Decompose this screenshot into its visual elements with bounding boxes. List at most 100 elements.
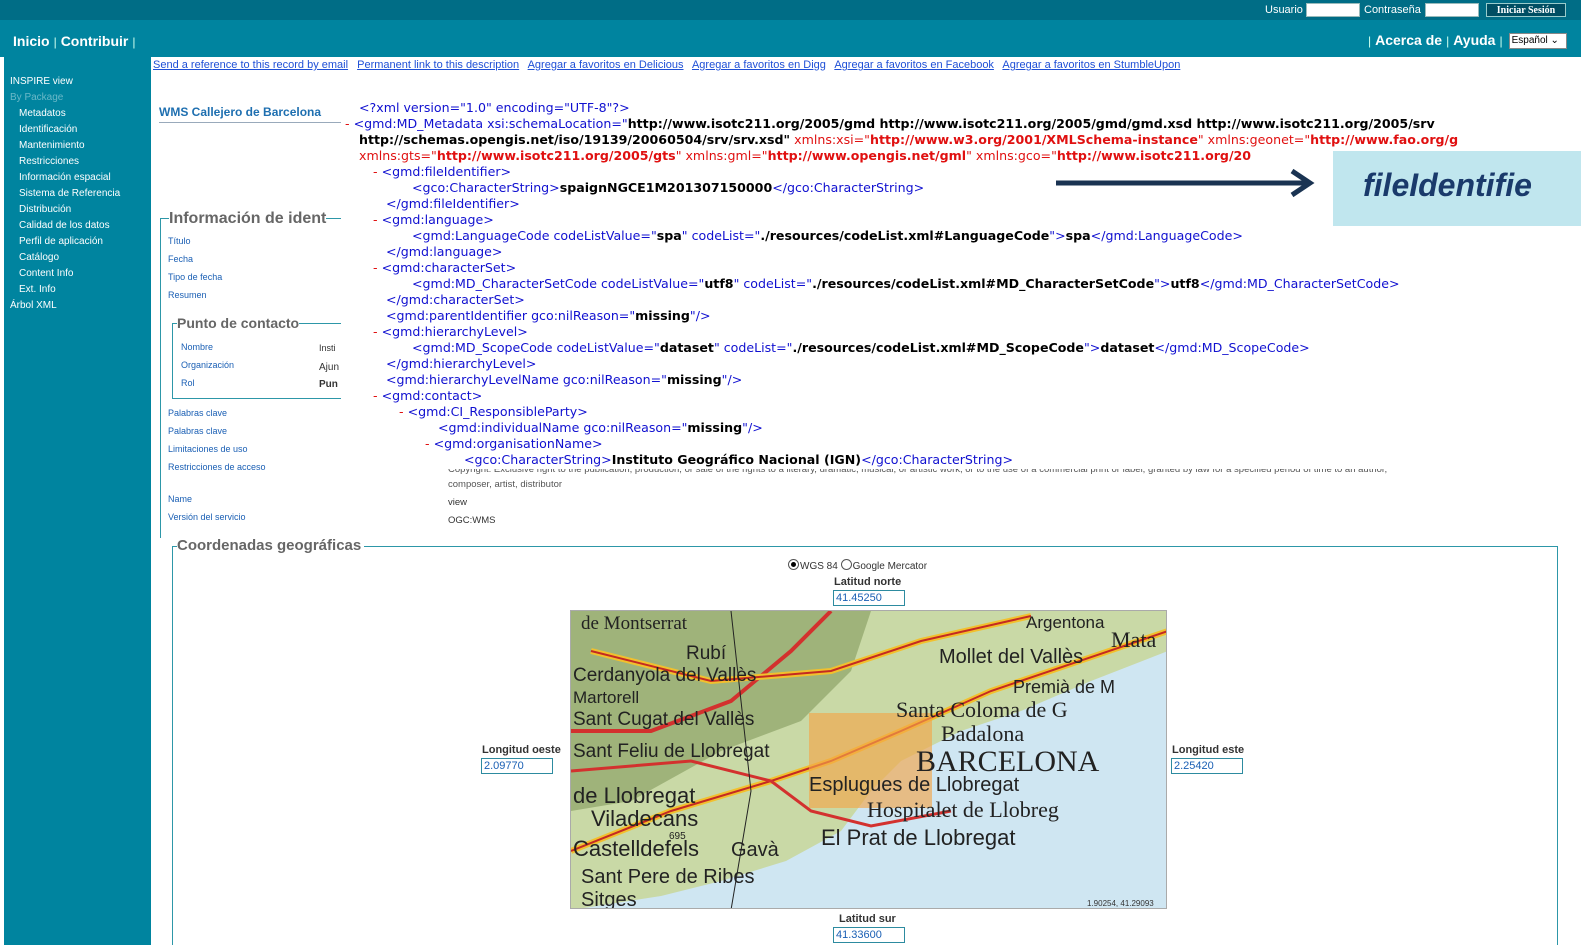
contact-nombre-value: Insti: [319, 343, 336, 353]
xml-charactersetcode: <gmd:MD_CharacterSetCode codeListValue="…: [412, 276, 1400, 291]
map-label-rubi: Rubí: [686, 643, 727, 664]
map-label-hospitalet: Hospitalet de Llobreg: [867, 797, 1059, 822]
contact-org-value: Ajun: [319, 362, 340, 373]
map-label-esplugues: Esplugues de Llobregat: [809, 774, 1020, 796]
username-label: Usuario: [1265, 4, 1303, 16]
contact-rol-value: Pun: [319, 379, 338, 390]
xml-languagecode: <gmd:LanguageCode codeListValue="spa" co…: [412, 228, 1243, 243]
link-stumbleupon[interactable]: Agregar a favoritos en StumbleUpon: [1002, 59, 1180, 71]
login-button[interactable]: Iniciar Sesión: [1486, 3, 1566, 17]
xml-root-line-2: http://schemas.opengis.net/iso/19139/200…: [359, 132, 1459, 147]
map-label-sant-feliu: Sant Feliu de Llobregat: [573, 741, 770, 762]
sidebar-item-calidad[interactable]: Calidad de los datos: [19, 220, 110, 231]
xml-individualname: <gmd:individualName gco:nilReason="missi…: [438, 420, 763, 435]
xml-fileidentifier-value: <gco:CharacterString>spaignNGCE1M2013071…: [412, 180, 925, 195]
west-input[interactable]: 2.09770: [481, 758, 553, 774]
map-cursor-coords: 1.90254, 41.29093: [1087, 899, 1154, 908]
east-label: Longitud este: [1172, 744, 1245, 756]
username-input[interactable]: [1306, 3, 1360, 17]
chevron-down-icon: ⌄: [1550, 35, 1559, 47]
language-select[interactable]: Español ⌄: [1508, 33, 1567, 50]
south-label: Latitud sur: [839, 913, 896, 925]
radio-wgs84-label: WGS 84: [800, 561, 838, 572]
radio-google-mercator[interactable]: [840, 559, 852, 570]
service-version-label: Versión del servicio: [168, 512, 246, 522]
contact-section-title: Punto de contacto: [177, 315, 300, 331]
sidebar-item-restricciones[interactable]: Restricciones: [19, 156, 79, 167]
xml-contact-open: - <gmd:contact>: [373, 388, 483, 403]
link-facebook[interactable]: Agregar a favoritos en Facebook: [834, 59, 994, 71]
arrow-icon: [1056, 168, 1315, 198]
map-label-martorell: Martorell: [573, 688, 639, 707]
xml-fileidentifier-open: - <gmd:fileIdentifier>: [373, 164, 512, 179]
share-links: Send a reference to this record by email…: [153, 59, 1186, 71]
callout-label: fileIdentifie: [1363, 167, 1532, 203]
radio-google-mercator-label: Google Mercator: [852, 561, 928, 572]
sidebar-item-sistema-referencia[interactable]: Sistema de Referencia: [19, 188, 120, 199]
map-label-sitges: Sitges: [581, 889, 637, 909]
radio-wgs84[interactable]: [788, 559, 799, 570]
link-send-email[interactable]: Send a reference to this record by email: [153, 59, 348, 71]
xml-organisationname-open: - <gmd:organisationName>: [425, 436, 603, 451]
east-input[interactable]: 2.25420: [1171, 758, 1243, 774]
map-view[interactable]: de Montserrat Rubí Cerdanyola del Vallès…: [570, 610, 1167, 909]
link-digg[interactable]: Agregar a favoritos en Digg: [692, 59, 826, 71]
sidebar-item-info-espacial[interactable]: Información espacial: [19, 172, 111, 183]
map-label-gava: Gavà: [731, 839, 780, 861]
xml-hierarchylevel-close: </gmd:hierarchyLevel>: [386, 356, 537, 371]
sidebar-item-content-info[interactable]: Content Info: [19, 268, 73, 279]
nav-contribute[interactable]: Contribuir: [61, 33, 129, 49]
use-limitations-label: Limitaciones de uso: [168, 444, 248, 454]
map-label-badalona: Badalona: [941, 721, 1024, 746]
sidebar-item-metadatos[interactable]: Metadatos: [19, 108, 66, 119]
nav-help[interactable]: Ayuda: [1453, 32, 1495, 48]
north-label: Latitud norte: [834, 576, 902, 588]
keywords-label-2: Palabras clave: [168, 426, 228, 436]
sidebar-item-identificacion[interactable]: Identificación: [19, 124, 77, 135]
field-resumen: Resumen: [168, 290, 207, 300]
field-titulo: Título: [168, 236, 191, 246]
top-nav: Inicio | Contribuir | | Acerca de | Ayuda | Espa…: [0, 20, 1581, 57]
link-permanent[interactable]: Permanent link to this description: [357, 59, 519, 71]
sidebar-item-inspire[interactable]: INSPIRE view: [10, 76, 73, 87]
sidebar-item-perfil[interactable]: Perfil de aplicación: [19, 236, 103, 247]
sidebar-item-by-package[interactable]: By Package: [10, 92, 63, 103]
ident-section-title: Información de ident: [169, 210, 327, 228]
xml-root-line-1: - <gmd:MD_Metadata xsi:schemaLocation="h…: [345, 116, 1435, 131]
nav-home[interactable]: Inicio: [13, 33, 50, 49]
map-label-cerdanyola: Cerdanyola del Vallès: [573, 665, 756, 686]
sidebar-item-catalogo[interactable]: Catálogo: [19, 252, 59, 263]
xml-responsibleparty-open: - <gmd:CI_ResponsibleParty>: [399, 404, 588, 419]
south-input[interactable]: 41.33600: [833, 927, 905, 943]
sidebar-item-distribucion[interactable]: Distribución: [19, 204, 71, 215]
projection-options: WGS 84 Google Mercator: [788, 559, 927, 572]
service-name-label: Name: [168, 494, 193, 504]
record-title[interactable]: WMS Callejero de Barcelona: [159, 105, 341, 123]
xml-organisationname-value: <gco:CharacterString>Instituto Geográfic…: [464, 452, 1014, 467]
map-label-de-llobregat: de Llobregat: [573, 783, 695, 808]
map-label-premia: Premià de M: [1013, 677, 1115, 697]
xml-characterset-open: - <gmd:characterSet>: [373, 260, 517, 275]
contact-rol-label: Rol: [181, 378, 195, 388]
sidebar: INSPIRE view By Package Metadatos Identi…: [4, 57, 151, 945]
xml-hierarchylevel-open: - <gmd:hierarchyLevel>: [373, 324, 528, 339]
field-tipo-fecha: Tipo de fecha: [168, 272, 223, 282]
link-delicious[interactable]: Agregar a favoritos en Delicious: [528, 59, 684, 71]
nav-about[interactable]: Acerca de: [1375, 32, 1442, 48]
xml-fileidentifier-close: </gmd:fileIdentifier>: [386, 196, 520, 211]
sidebar-item-ext-info[interactable]: Ext. Info: [19, 284, 56, 295]
map-label-el-prat: El Prat de Llobregat: [821, 825, 1015, 850]
password-input[interactable]: [1425, 3, 1479, 17]
xml-scopecode: <gmd:MD_ScopeCode codeListValue="dataset…: [412, 340, 1310, 355]
fileidentifier-callout: fileIdentifie: [1333, 151, 1581, 226]
north-input[interactable]: 41.45250: [833, 590, 905, 606]
map-label-mollet: Mollet del Vallès: [939, 646, 1083, 668]
contact-nombre-label: Nombre: [181, 342, 214, 352]
login-bar: Usuario Contraseña Iniciar Sesión: [0, 0, 1581, 20]
map-label-elevation: 695: [669, 831, 686, 842]
xml-language-open: - <gmd:language>: [373, 212, 494, 227]
map-label-sant-cugat: Sant Cugat del Vallès: [573, 709, 754, 730]
map-label-santa-coloma: Santa Coloma de G: [896, 697, 1068, 722]
sidebar-item-mantenimiento[interactable]: Mantenimiento: [19, 140, 85, 151]
sidebar-item-arbol-xml[interactable]: Árbol XML: [10, 300, 57, 311]
